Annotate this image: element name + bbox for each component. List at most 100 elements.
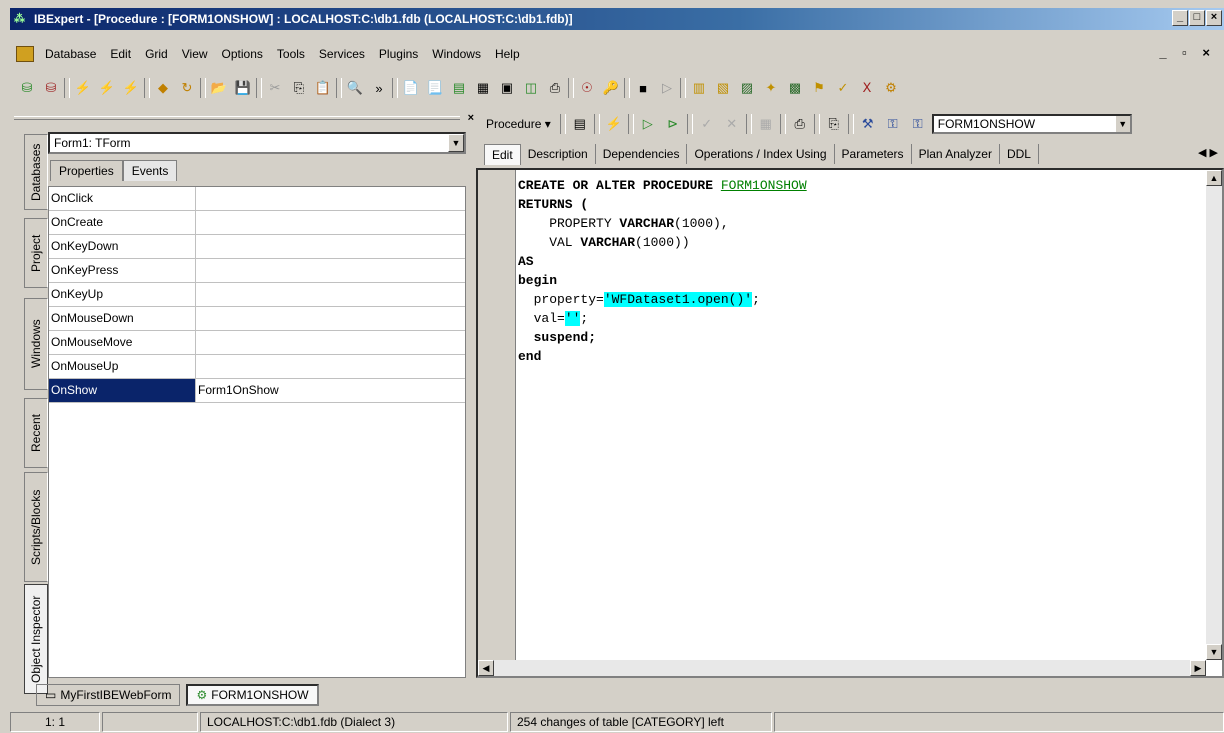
menu-view[interactable]: View (175, 47, 215, 61)
sql-editor-icon[interactable]: 📄 (400, 77, 422, 99)
menu-grid[interactable]: Grid (138, 47, 175, 61)
scroll-down-icon[interactable]: ▼ (1206, 644, 1222, 660)
menu-plugins[interactable]: Plugins (372, 47, 425, 61)
stop-icon[interactable]: ■ (632, 77, 654, 99)
rollback-icon[interactable]: ✕ (721, 113, 743, 135)
event-value[interactable] (196, 235, 465, 258)
reconnect-icon[interactable]: ⚡ (120, 77, 142, 99)
tab-dependencies[interactable]: Dependencies (596, 144, 688, 164)
tab-edit[interactable]: Edit (484, 143, 521, 165)
find-icon[interactable]: 🔍 (344, 77, 366, 99)
minimize-button[interactable]: _ (1172, 10, 1188, 26)
tab-events[interactable]: Events (122, 160, 178, 181)
more-icon[interactable]: » (368, 77, 390, 99)
run-icon[interactable]: ▷ (656, 77, 678, 99)
vertical-scrollbar[interactable]: ▲ ▼ (1206, 170, 1222, 660)
refresh-icon[interactable]: ↻ (176, 77, 198, 99)
unregister-db-icon[interactable]: ⛁ (40, 77, 62, 99)
print-icon[interactable]: ⎙ (789, 113, 811, 135)
procedure-source[interactable]: CREATE OR ALTER PROCEDURE FORM1ONSHOW RE… (518, 176, 1202, 660)
procedure-menu-button[interactable]: Procedure ▾ (480, 115, 557, 133)
print-icon[interactable]: ⎙ (544, 77, 566, 99)
new-procedure-icon[interactable]: ▨ (736, 77, 758, 99)
debug-icon[interactable]: ⊳ (662, 113, 684, 135)
vtab-windows[interactable]: Windows (24, 298, 48, 390)
compile-icon[interactable]: ⚡ (603, 113, 625, 135)
register-db-icon[interactable]: ⛁ (16, 77, 38, 99)
tab-plan-analyzer[interactable]: Plan Analyzer (912, 144, 1000, 164)
db-explorer-icon[interactable]: ◆ (152, 77, 174, 99)
grant-manager-icon[interactable]: 🔑 (600, 77, 622, 99)
menu-tools[interactable]: Tools (270, 47, 312, 61)
tab-description[interactable]: Description (521, 144, 596, 164)
new-object-icon[interactable]: ⎘ (823, 113, 845, 135)
tab-scroll-arrows-icon[interactable]: ◀ ▶ (1198, 146, 1218, 159)
menu-services[interactable]: Services (312, 47, 372, 61)
script-executive-icon[interactable]: ▤ (448, 77, 470, 99)
event-value[interactable] (196, 355, 465, 378)
unlock-icon[interactable]: ⚿ (907, 113, 929, 135)
event-value[interactable] (196, 283, 465, 306)
copy-icon[interactable]: ⎘ (288, 77, 310, 99)
event-value[interactable] (196, 331, 465, 354)
paste-icon[interactable]: 📋 (312, 77, 334, 99)
new-generator-icon[interactable]: ▩ (784, 77, 806, 99)
grid-icon[interactable]: ▦ (755, 113, 777, 135)
menu-database[interactable]: Database (38, 47, 103, 61)
horizontal-scrollbar[interactable]: ◀ ▶ (478, 660, 1206, 676)
export-icon[interactable]: ▣ (496, 77, 518, 99)
event-row[interactable]: OnKeyDown (49, 235, 465, 259)
vtab-scripts-blocks[interactable]: Scripts/Blocks (24, 472, 48, 582)
new-index-icon[interactable]: ⚙ (880, 77, 902, 99)
new-role-icon[interactable]: Ⅹ (856, 77, 878, 99)
event-row[interactable]: OnMouseMove (49, 331, 465, 355)
new-view-icon[interactable]: ▧ (712, 77, 734, 99)
tab-properties[interactable]: Properties (50, 160, 123, 181)
extract-metadata-icon[interactable]: ◫ (520, 77, 542, 99)
tab-ddl[interactable]: DDL (1000, 144, 1039, 164)
new-trigger-icon[interactable]: ✦ (760, 77, 782, 99)
menu-windows[interactable]: Windows (425, 47, 488, 61)
menu-options[interactable]: Options (215, 47, 270, 61)
mdi-window-controls[interactable]: _ ▫ × (1159, 45, 1216, 60)
vtab-databases[interactable]: Databases (24, 134, 48, 210)
event-value[interactable] (196, 187, 465, 210)
lock-icon[interactable]: ⚿ (882, 113, 904, 135)
vtab-object-inspector[interactable]: Object Inspector (24, 584, 48, 694)
event-value[interactable] (196, 259, 465, 282)
save-icon[interactable]: 💾 (232, 77, 254, 99)
panel-grip[interactable] (14, 116, 460, 120)
procedure-name-input[interactable]: FORM1ONSHOW ▼ (931, 114, 1132, 134)
disconnect-icon[interactable]: ⚡ (96, 77, 118, 99)
menu-help[interactable]: Help (488, 47, 527, 61)
tab-parameters[interactable]: Parameters (835, 144, 912, 164)
event-row[interactable]: OnMouseUp (49, 355, 465, 379)
menu-edit[interactable]: Edit (103, 47, 138, 61)
open-icon[interactable]: 📂 (208, 77, 230, 99)
event-row-selected[interactable]: OnShow Form1OnShow (49, 379, 465, 403)
scroll-up-icon[interactable]: ▲ (1206, 170, 1222, 186)
close-button[interactable]: × (1206, 10, 1222, 26)
code-editor[interactable]: CREATE OR ALTER PROCEDURE FORM1ONSHOW RE… (476, 168, 1224, 678)
event-value[interactable] (196, 307, 465, 330)
tab-operations-index-using[interactable]: Operations / Index Using (687, 144, 835, 164)
user-manager-icon[interactable]: ☉ (576, 77, 598, 99)
procedure-name-link[interactable]: FORM1ONSHOW (721, 178, 807, 193)
event-row[interactable]: OnMouseDown (49, 307, 465, 331)
event-row[interactable]: OnKeyPress (49, 259, 465, 283)
query-builder-icon[interactable]: ▦ (472, 77, 494, 99)
panel-close-icon[interactable]: × (468, 112, 474, 124)
new-udf-icon[interactable]: ✓ (832, 77, 854, 99)
window-tab-myfirstibewebform[interactable]: ▭ MyFirstIBEWebForm (36, 684, 181, 706)
event-row[interactable]: OnClick (49, 187, 465, 211)
maximize-button[interactable]: □ (1189, 10, 1205, 26)
event-value[interactable]: Form1OnShow (196, 379, 465, 402)
new-exception-icon[interactable]: ⚑ (808, 77, 830, 99)
window-tab-form1onshow[interactable]: ⚙ FORM1ONSHOW (186, 684, 319, 706)
scroll-right-icon[interactable]: ▶ (1190, 660, 1206, 676)
tools-icon[interactable]: ⚒ (857, 113, 879, 135)
execute-icon[interactable]: ▷ (637, 113, 659, 135)
connect-icon[interactable]: ⚡ (72, 77, 94, 99)
event-row[interactable]: OnCreate (49, 211, 465, 235)
event-row[interactable]: OnKeyUp (49, 283, 465, 307)
